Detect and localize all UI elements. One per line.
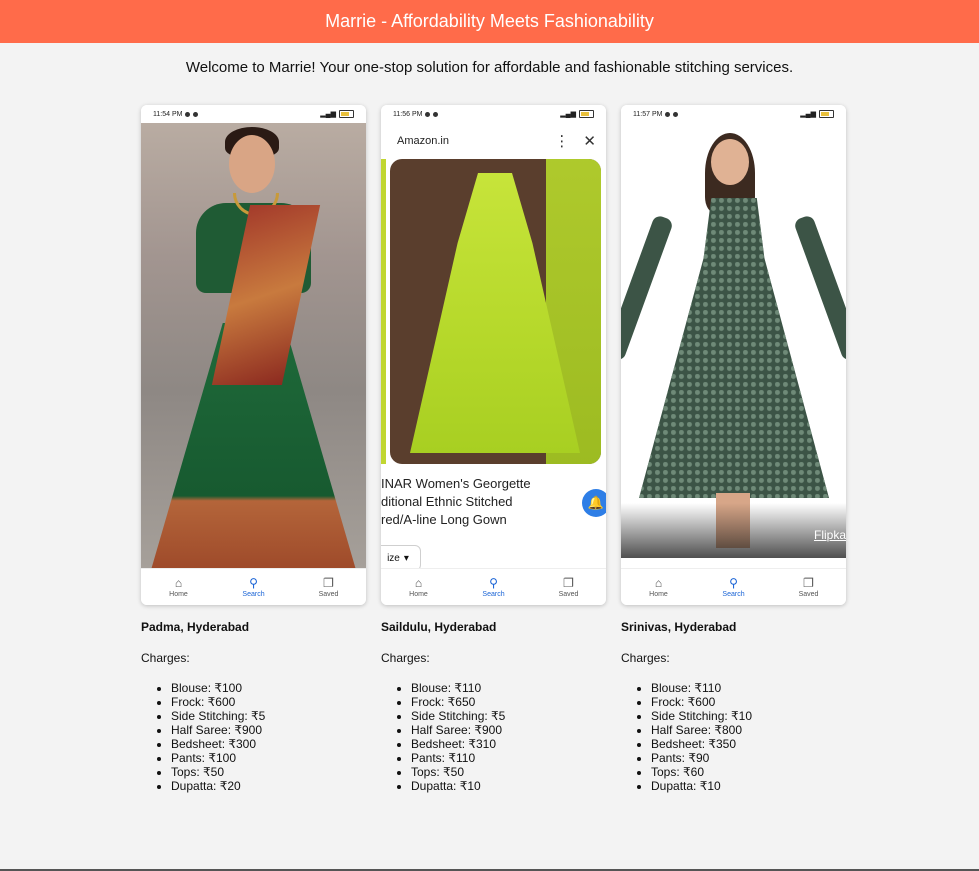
charge-item: Half Saree: ₹900 [171,723,366,737]
charge-item: Frock: ₹650 [411,695,606,709]
signal-icon: ▂▄▆ [560,111,576,118]
gown-photo [390,159,601,464]
nav-saved[interactable]: ❐ Saved [779,577,839,598]
bottom-nav: ⌂ Home ⚲ Search ❐ Saved [141,568,366,605]
status-bar: 11:54 PM ▂▄▆ [141,105,366,123]
signal-icon: ▂▄▆ [800,111,816,118]
bottom-nav: ⌂ Home ⚲ Search ❐ Saved [381,568,606,605]
product-page: Amazon.in ⋮ ✕ INAR Women's Georgette diti… [381,123,606,588]
artisan-card: 11:56 PM ▂▄▆ Amazon.in ⋮ ✕ INAR Women's G… [381,105,606,793]
close-icon[interactable]: ✕ [583,132,596,150]
bottom-nav: ⌂ Home ⚲ Search ❐ Saved [621,568,846,605]
charge-item: Dupatta: ₹10 [411,779,606,793]
home-icon: ⌂ [174,575,183,590]
charge-item: Pants: ₹100 [171,751,366,765]
nav-home[interactable]: ⌂ Home [629,577,689,598]
search-icon: ⚲ [249,575,258,590]
charge-item: Frock: ₹600 [651,695,846,709]
charge-item: Blouse: ₹110 [651,681,846,695]
charges-label: Charges: [621,651,670,665]
brand-overlay[interactable]: Flipka [814,528,846,542]
charge-item: Pants: ₹110 [411,751,606,765]
search-icon: ⚲ [489,575,498,590]
nav-saved[interactable]: ❐ Saved [539,577,599,598]
bookmark-icon: ❐ [323,575,334,590]
notification-icon [185,111,191,117]
charge-item: Bedsheet: ₹300 [171,737,366,751]
artisan-card: 11:57 PM ▂▄▆ Flipka ⌂ Home ⚲ Search ❐ Saved… [621,105,846,793]
notification-icon [425,111,431,117]
charge-item: Dupatta: ₹20 [171,779,366,793]
site-header: Marrie - Affordability Meets Fashionabil… [0,0,979,43]
browser-site: Amazon.in [397,135,449,147]
charge-item: Tops: ₹50 [411,765,606,779]
nav-home[interactable]: ⌂ Home [149,577,209,598]
notification-icon [433,111,439,117]
browser-bar: Amazon.in ⋮ ✕ [381,123,606,159]
dress-photo: Flipka [621,123,846,570]
charge-item: Tops: ₹60 [651,765,846,779]
charge-item: Half Saree: ₹800 [651,723,846,737]
site-title: Marrie - Affordability Meets Fashionabil… [325,11,654,31]
battery-icon [339,110,354,118]
battery-icon [819,110,834,118]
charge-item: Side Stitching: ₹10 [651,709,846,723]
chevron-down-icon: ▾ [403,552,409,564]
status-time: 11:54 PM [153,110,183,118]
artisan-name: Saildulu, Hyderabad [381,620,497,634]
artisan-card: 11:54 PM ▂▄▆ ⌂ Home ⚲ Search ❐ Saved Padma,… [141,105,366,793]
bookmark-icon: ❐ [563,575,574,590]
charges-label: Charges: [381,651,430,665]
status-bar: 11:57 PM ▂▄▆ [621,105,846,123]
notification-icon [673,111,679,117]
product-title: INAR Women's Georgette ditional Ethnic S… [381,476,531,527]
charge-item: Blouse: ₹110 [411,681,606,695]
more-icon[interactable]: ⋮ [554,132,569,150]
charge-item: Side Stitching: ₹5 [411,709,606,723]
nav-search[interactable]: ⚲ Search [464,577,524,598]
phone-screenshot: 11:57 PM ▂▄▆ Flipka ⌂ Home ⚲ Search ❐ Saved [621,105,846,605]
artisan-name: Srinivas, Hyderabad [621,620,737,634]
artisan-cards: 11:54 PM ▂▄▆ ⌂ Home ⚲ Search ❐ Saved Padma,… [141,105,846,793]
notification-icon [665,111,671,117]
notification-icon [193,111,199,117]
charges-list: Blouse: ₹110 Frock: ₹650 Side Stitching:… [381,681,606,793]
charges-label: Charges: [141,651,190,665]
home-icon: ⌂ [414,575,423,590]
status-bar: 11:56 PM ▂▄▆ [381,105,606,123]
signal-icon: ▂▄▆ [320,111,336,118]
intro-text: Welcome to Marrie! Your one-stop solutio… [185,59,794,76]
artisan-name: Padma, Hyderabad [141,620,250,634]
phone-screenshot: 11:56 PM ▂▄▆ Amazon.in ⋮ ✕ INAR Women's G… [381,105,606,605]
status-time: 11:57 PM [633,110,663,118]
phone-screenshot: 11:54 PM ▂▄▆ ⌂ Home ⚲ Search ❐ Saved [141,105,366,605]
charge-item: Pants: ₹90 [651,751,846,765]
charges-list: Blouse: ₹100 Frock: ₹600 Side Stitching:… [141,681,366,793]
charges-list: Blouse: ₹110 Frock: ₹600 Side Stitching:… [621,681,846,793]
nav-search[interactable]: ⚲ Search [224,577,284,598]
nav-search[interactable]: ⚲ Search [704,577,764,598]
status-time: 11:56 PM [393,110,423,118]
charge-item: Side Stitching: ₹5 [171,709,366,723]
search-icon: ⚲ [729,575,738,590]
price-alert-icon[interactable]: 🔔 [582,489,606,517]
nav-saved[interactable]: ❐ Saved [299,577,359,598]
bookmark-icon: ❐ [803,575,814,590]
charge-item: Tops: ₹50 [171,765,366,779]
charge-item: Half Saree: ₹900 [411,723,606,737]
charge-item: Bedsheet: ₹310 [411,737,606,751]
battery-icon [579,110,594,118]
charge-item: Dupatta: ₹10 [651,779,846,793]
charge-item: Blouse: ₹100 [171,681,366,695]
home-icon: ⌂ [654,575,663,590]
lehenga-photo [141,123,366,570]
nav-home[interactable]: ⌂ Home [389,577,449,598]
charge-item: Frock: ₹600 [171,695,366,709]
charge-item: Bedsheet: ₹350 [651,737,846,751]
